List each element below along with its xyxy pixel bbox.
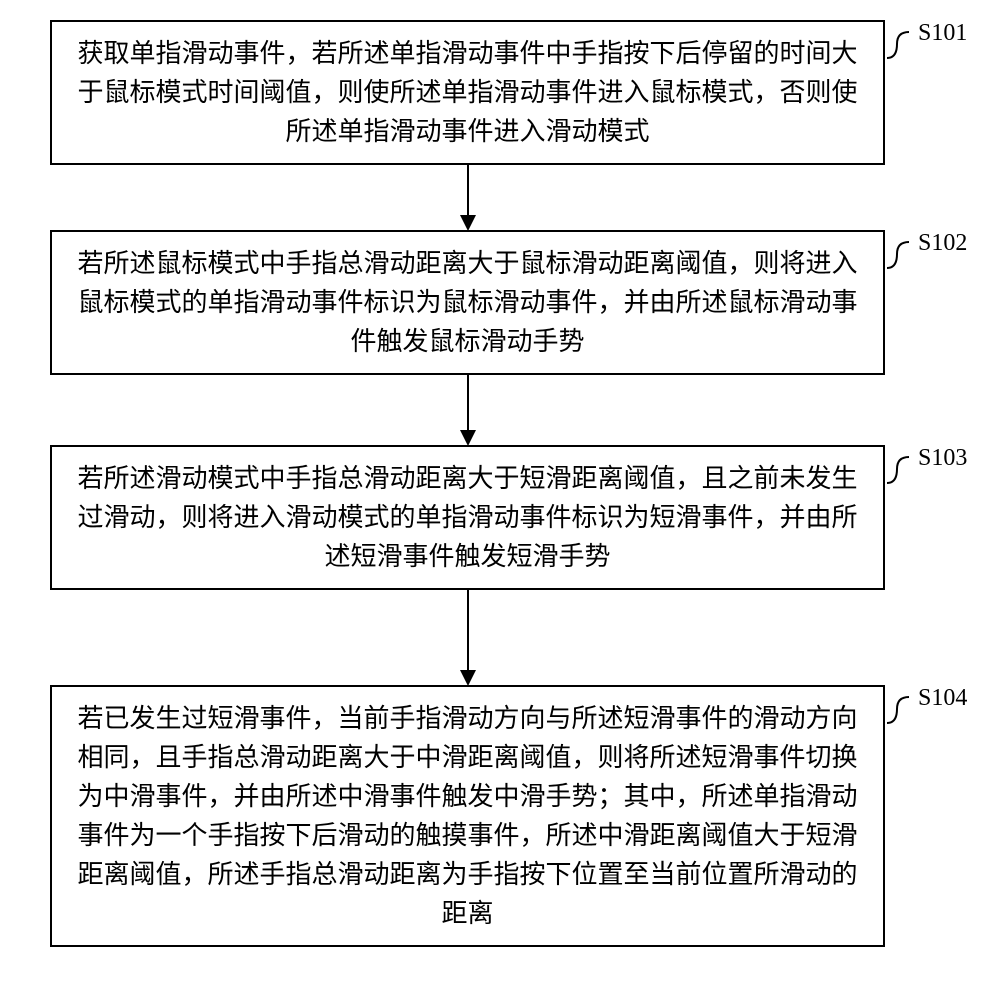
flowchart-step-4: 若已发生过短滑事件，当前手指滑动方向与所述短滑事件的滑动方向相同，且手指总滑动距… — [50, 685, 885, 947]
step-label-1: S101 — [918, 20, 967, 47]
arrow-line — [467, 165, 469, 215]
step-text: 获取单指滑动事件，若所述单指滑动事件中手指按下后停留的时间大于鼠标模式时间阈值，… — [77, 39, 857, 146]
step-text: 若已发生过短滑事件，当前手指滑动方向与所述短滑事件的滑动方向相同，且手指总滑动距… — [77, 704, 857, 928]
arrow-down-icon — [460, 430, 476, 446]
flowchart-step-2: 若所述鼠标模式中手指总滑动距离大于鼠标滑动距离阈值，则将进入鼠标模式的单指滑动事… — [50, 230, 885, 375]
brace-icon — [885, 20, 915, 60]
flowchart-container: 获取单指滑动事件，若所述单指滑动事件中手指按下后停留的时间大于鼠标模式时间阈值，… — [0, 0, 984, 1000]
arrow-line — [467, 590, 469, 670]
step-label-2: S102 — [918, 230, 967, 257]
step-text: 若所述滑动模式中手指总滑动距离大于短滑距离阈值，且之前未发生过滑动，则将进入滑动… — [77, 464, 857, 571]
flowchart-step-3: 若所述滑动模式中手指总滑动距离大于短滑距离阈值，且之前未发生过滑动，则将进入滑动… — [50, 445, 885, 590]
step-text: 若所述鼠标模式中手指总滑动距离大于鼠标滑动距离阈值，则将进入鼠标模式的单指滑动事… — [77, 249, 857, 356]
brace-icon — [885, 230, 915, 270]
step-label-3: S103 — [918, 445, 967, 472]
arrow-down-icon — [460, 215, 476, 231]
flowchart-step-1: 获取单指滑动事件，若所述单指滑动事件中手指按下后停留的时间大于鼠标模式时间阈值，… — [50, 20, 885, 165]
step-label-4: S104 — [918, 685, 967, 712]
arrow-down-icon — [460, 670, 476, 686]
brace-icon — [885, 685, 915, 725]
arrow-line — [467, 375, 469, 430]
brace-icon — [885, 445, 915, 485]
